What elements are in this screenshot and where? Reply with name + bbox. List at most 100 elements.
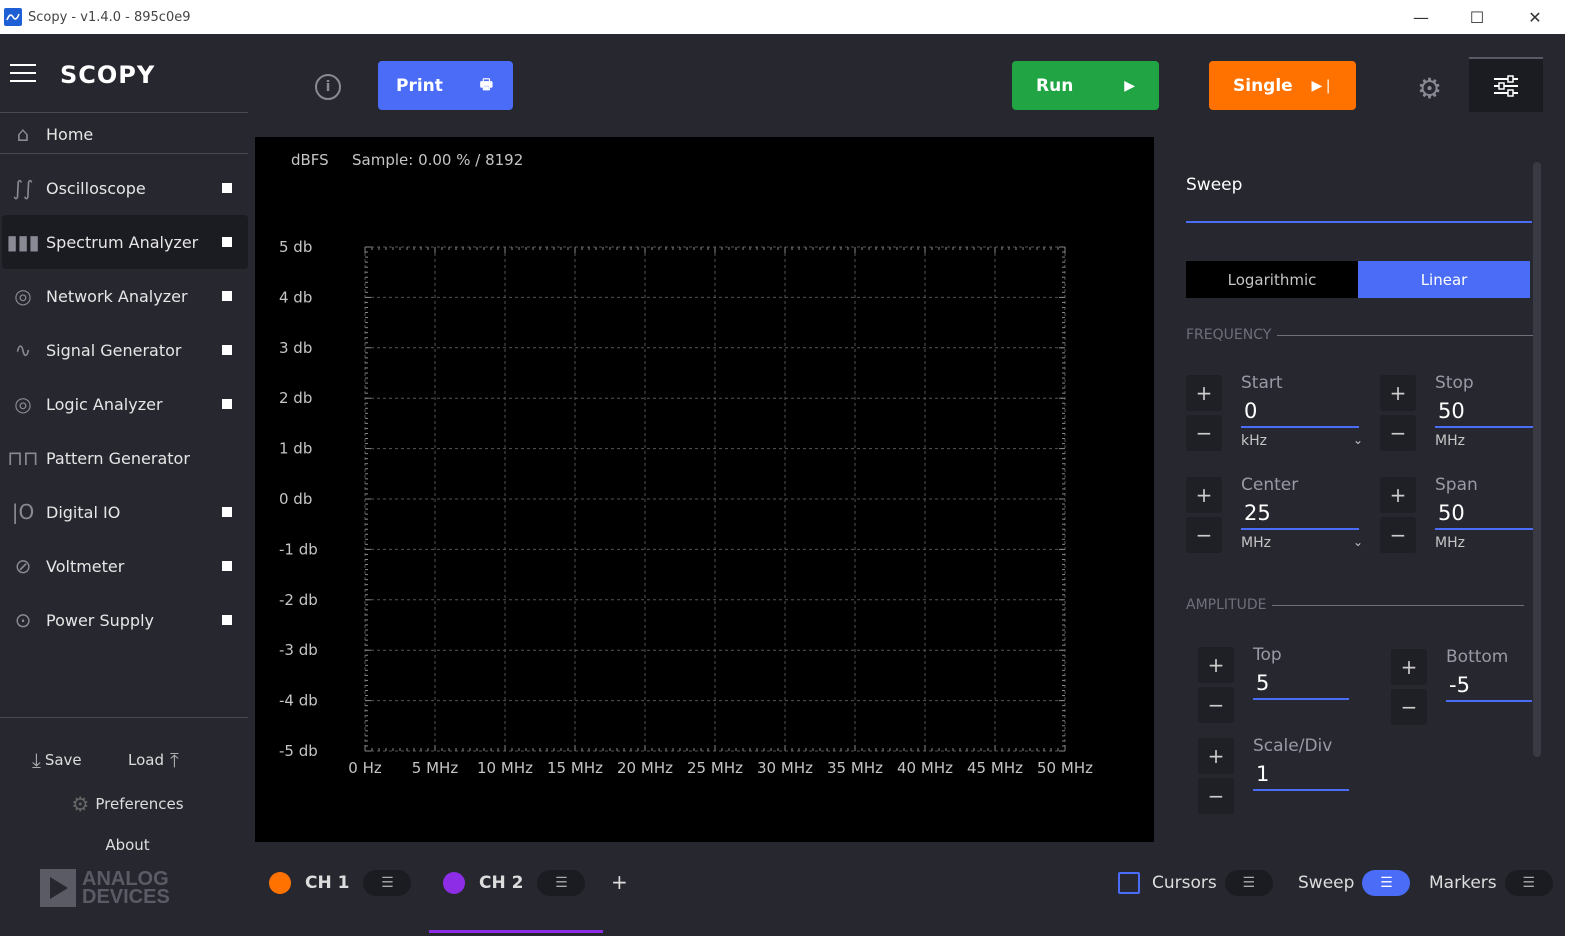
chevron-down-icon[interactable]: ⌄ (1353, 433, 1363, 447)
scale-div-underline (1253, 789, 1349, 791)
x-tick-label: 30 MHz (757, 759, 813, 777)
add-channel-button[interactable]: + (611, 870, 628, 894)
run-button[interactable]: Run ▶ (1012, 61, 1159, 110)
load-button[interactable]: Load ⤒ (128, 748, 179, 772)
cursors-settings-icon[interactable]: ☰ (1224, 870, 1273, 896)
active-channel-underline (429, 930, 603, 933)
tool-status-indicator[interactable] (222, 291, 232, 301)
start-frequency-spinbox: + − Start 0 kHz ⌄ (1186, 373, 1363, 463)
bottom-value-input[interactable]: -5 (1449, 673, 1470, 697)
window-title: Scopy - v1.4.0 - 895c0e9 (28, 9, 191, 25)
scale-toggle[interactable]: Logarithmic Linear (1186, 261, 1530, 298)
spectrum-plot[interactable]: dBFS Sample: 0.00 % / 8192 5 db 4 db 3 db 2… (255, 137, 1154, 842)
sidebar-item-label: Spectrum Analyzer (46, 232, 199, 252)
play-icon: ▶ (1124, 77, 1135, 94)
tool-status-indicator[interactable] (222, 399, 232, 409)
info-icon[interactable]: i (315, 74, 341, 100)
close-button[interactable]: ✕ (1506, 0, 1564, 34)
stop-value-input[interactable]: 50 (1438, 399, 1465, 423)
about-button[interactable]: About (0, 836, 255, 854)
preferences-button[interactable]: ⚙ Preferences (0, 792, 255, 816)
cursors-toggle[interactable]: Cursors ☰ (1118, 870, 1273, 896)
preferences-gear-icon: ⚙ (71, 792, 90, 816)
sweep-settings-icon[interactable]: ☰ (1362, 870, 1411, 896)
top-minus-button[interactable]: − (1198, 687, 1234, 723)
stop-plus-button[interactable]: + (1380, 375, 1416, 411)
print-button[interactable]: Print 🖶 (378, 61, 513, 110)
start-value-input[interactable]: 0 (1244, 399, 1257, 423)
channel-1-label: CH 1 (305, 873, 350, 893)
channel-2-settings-icon[interactable]: ☰ (537, 870, 586, 896)
span-value-input[interactable]: 50 (1438, 501, 1465, 525)
sidebar-item-label: Power Supply (46, 610, 154, 630)
sweep-menu-button[interactable]: Sweep ☰ (1298, 870, 1411, 896)
sidebar-item-pattern-generator[interactable]: ⊓⊓ Pattern Generator (2, 431, 248, 485)
app-window: SCOPY ⌂ Home ∫∫ Oscilloscope ▮▮▮ Spectrum A… (0, 34, 1595, 936)
gear-icon[interactable]: ⚙ (1417, 72, 1442, 105)
tool-status-indicator[interactable] (222, 345, 232, 355)
tool-status-indicator[interactable] (222, 615, 232, 625)
bottom-minus-button[interactable]: − (1391, 689, 1427, 725)
sidebar-item-label: Voltmeter (46, 556, 125, 576)
amplitude-label: AMPLITUDE (1186, 597, 1267, 613)
sidebar-item-voltmeter[interactable]: ⊘ Voltmeter (2, 539, 248, 593)
y-tick-label: -5 db (279, 742, 318, 760)
panel-scrollbar[interactable] (1533, 162, 1541, 757)
minimize-button[interactable]: — (1392, 0, 1450, 34)
tool-status-indicator[interactable] (222, 183, 232, 193)
y-tick-label: -3 db (279, 641, 318, 659)
single-button[interactable]: Single ▶❘ (1209, 61, 1356, 110)
sidebar-item-power-supply[interactable]: ⊙ Power Supply (2, 593, 248, 647)
sidebar-item-digital-io[interactable]: |O Digital IO (2, 485, 248, 539)
pattern-icon: ⊓⊓ (7, 446, 39, 470)
maximize-button[interactable]: ☐ (1448, 0, 1506, 34)
scale-div-minus-button[interactable]: − (1198, 778, 1234, 814)
scale-div-plus-button[interactable]: + (1198, 738, 1234, 774)
tool-status-indicator[interactable] (222, 507, 232, 517)
markers-menu-button[interactable]: Markers ☰ (1429, 870, 1553, 896)
span-plus-button[interactable]: + (1380, 477, 1416, 513)
amplitude-section-label: AMPLITUDE (1186, 597, 1525, 613)
span-minus-button[interactable]: − (1380, 517, 1416, 553)
sidebar-item-logic-analyzer[interactable]: ◎ Logic Analyzer (2, 377, 248, 431)
load-icon: ⤒ (169, 748, 179, 772)
top-value-input[interactable]: 5 (1256, 671, 1269, 695)
bottom-plus-button[interactable]: + (1391, 649, 1427, 685)
y-tick-label: 2 db (279, 389, 312, 407)
center-label: Center (1241, 475, 1299, 495)
tool-settings-button[interactable] (1469, 57, 1543, 112)
tool-status-indicator[interactable] (222, 237, 232, 247)
scale-div-value-input[interactable]: 1 (1256, 762, 1269, 786)
panel-title-underline (1186, 221, 1532, 223)
sidebar-item-oscilloscope[interactable]: ∫∫ Oscilloscope (2, 161, 248, 215)
top-plus-button[interactable]: + (1198, 647, 1234, 683)
sidebar-divider (0, 153, 248, 154)
center-unit-select[interactable]: MHz (1241, 535, 1271, 551)
sidebar-item-network-analyzer[interactable]: ◎ Network Analyzer (2, 269, 248, 323)
center-plus-button[interactable]: + (1186, 477, 1222, 513)
signal-icon: ∿ (14, 338, 32, 362)
sidebar-item-signal-generator[interactable]: ∿ Signal Generator (2, 323, 248, 377)
logarithmic-option[interactable]: Logarithmic (1186, 261, 1358, 298)
tool-status-indicator[interactable] (222, 561, 232, 571)
channel-1-settings-icon[interactable]: ☰ (363, 870, 412, 896)
analog-devices-logo: ANALOG DEVICES (40, 869, 170, 907)
span-underline (1435, 528, 1533, 530)
panel-title: Sweep (1186, 175, 1243, 195)
save-button[interactable]: ⤓ Save (32, 748, 82, 772)
x-tick-label: 25 MHz (687, 759, 743, 777)
sidebar-item-spectrum-analyzer[interactable]: ▮▮▮ Spectrum Analyzer (2, 215, 248, 269)
channel-1-button[interactable]: CH 1 ☰ (269, 870, 412, 896)
linear-option[interactable]: Linear (1358, 261, 1530, 298)
chevron-down-icon[interactable]: ⌄ (1353, 535, 1363, 549)
stop-minus-button[interactable]: − (1380, 415, 1416, 451)
channel-2-button[interactable]: CH 2 ☰ (443, 870, 586, 896)
cursors-checkbox[interactable] (1118, 872, 1140, 894)
markers-settings-icon[interactable]: ☰ (1504, 870, 1553, 896)
start-plus-button[interactable]: + (1186, 375, 1222, 411)
center-value-input[interactable]: 25 (1244, 501, 1271, 525)
hamburger-menu-icon[interactable] (10, 64, 36, 84)
center-minus-button[interactable]: − (1186, 517, 1222, 553)
start-minus-button[interactable]: − (1186, 415, 1222, 451)
start-unit-select[interactable]: kHz (1241, 433, 1267, 449)
